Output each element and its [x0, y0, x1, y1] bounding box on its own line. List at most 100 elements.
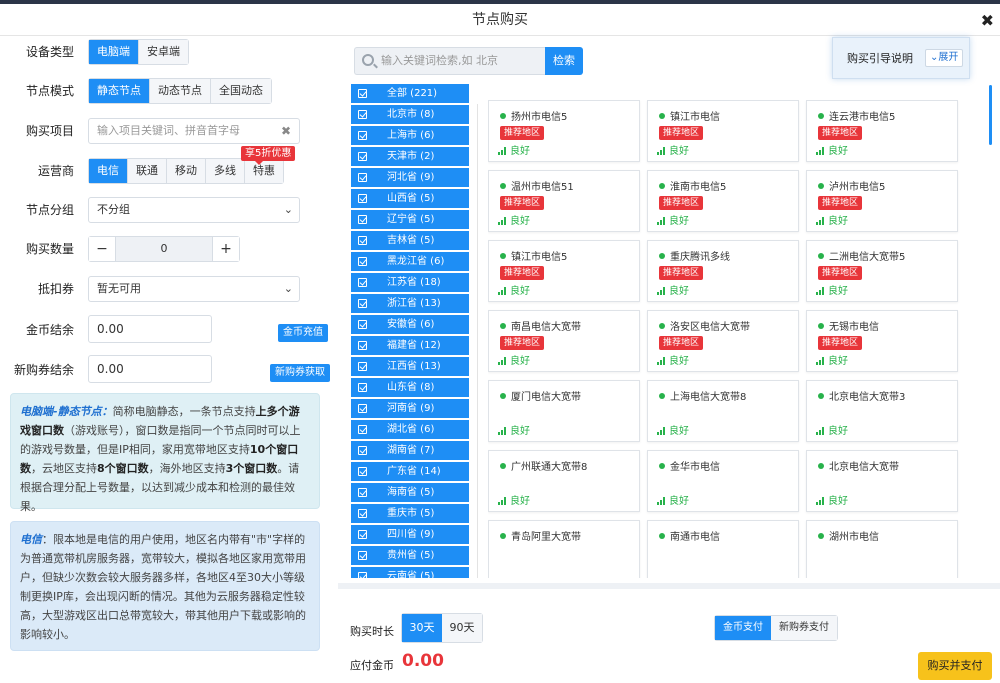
duration-option-90[interactable]: 90天	[442, 614, 482, 642]
node-card[interactable]: 重庆腾讯多线 推荐地区 良好	[647, 240, 799, 302]
mode-option-national[interactable]: 全国动态	[211, 79, 271, 103]
checkbox-icon[interactable]	[358, 173, 367, 182]
province-item[interactable]: 广东省 (14)	[351, 462, 469, 481]
minus-button[interactable]: −	[89, 237, 115, 261]
node-card[interactable]: 二洲电信大宽带5 推荐地区 良好	[806, 240, 958, 302]
checkbox-icon[interactable]	[358, 509, 367, 518]
node-card[interactable]: 连云港市电信5 推荐地区 良好	[806, 100, 958, 162]
node-card[interactable]: 洛安区电信大宽带 推荐地区 良好	[647, 310, 799, 372]
province-item[interactable]: 湖南省 (7)	[351, 441, 469, 460]
province-item[interactable]: 海南省 (5)	[351, 483, 469, 502]
node-card[interactable]: 扬州市电信5 推荐地区 良好	[488, 100, 640, 162]
node-card[interactable]: 镇江市电信5 推荐地区 良好	[488, 240, 640, 302]
node-card[interactable]: 湖州市电信	[806, 520, 958, 578]
province-item[interactable]: 湖北省 (6)	[351, 420, 469, 439]
province-item[interactable]: 江苏省 (18)	[351, 273, 469, 292]
checkbox-icon[interactable]	[358, 152, 367, 161]
province-item[interactable]: 山西省 (5)	[351, 189, 469, 208]
carrier-option-mobile[interactable]: 移动	[167, 159, 206, 183]
province-item[interactable]: 上海市 (6)	[351, 126, 469, 145]
device-option-pc[interactable]: 电脑端	[89, 40, 139, 64]
checkbox-icon[interactable]	[358, 425, 367, 434]
node-card[interactable]: 温州市电信51 推荐地区 良好	[488, 170, 640, 232]
duration-option-30[interactable]: 30天	[402, 614, 442, 642]
mode-option-dynamic[interactable]: 动态节点	[150, 79, 211, 103]
grid-scrollbar[interactable]	[989, 85, 992, 145]
province-item[interactable]: 天津市 (2)	[351, 147, 469, 166]
province-item[interactable]: 福建省 (12)	[351, 336, 469, 355]
node-card[interactable]: 上海电信大宽带8 良好	[647, 380, 799, 442]
carrier-option-telecom[interactable]: 电信	[89, 159, 128, 183]
checkbox-icon[interactable]	[358, 404, 367, 413]
carrier-option-special[interactable]: 特惠	[245, 159, 283, 183]
pay-option-coin[interactable]: 金币支付	[715, 616, 771, 640]
checkbox-icon[interactable]	[358, 89, 367, 98]
node-card[interactable]: 金华市电信 良好	[647, 450, 799, 512]
province-item[interactable]: 四川省 (9)	[351, 525, 469, 544]
node-card[interactable]: 南昌电信大宽带 推荐地区 良好	[488, 310, 640, 372]
province-item[interactable]: 吉林省 (5)	[351, 231, 469, 250]
newvoucher-get-button[interactable]: 新购券获取	[270, 364, 330, 382]
checkbox-icon[interactable]	[358, 131, 367, 140]
node-search-button[interactable]: 检索	[545, 47, 583, 75]
coin-balance-field[interactable]: 0.00	[88, 315, 212, 343]
province-item[interactable]: 浙江省 (13)	[351, 294, 469, 313]
newvoucher-balance-field[interactable]: 0.00	[88, 355, 212, 383]
node-card[interactable]: 青岛阿里大宽带	[488, 520, 640, 578]
province-item[interactable]: 重庆市 (5)	[351, 504, 469, 523]
buy-and-pay-button[interactable]: 购买并支付	[918, 652, 992, 680]
quantity-value[interactable]: 0	[115, 237, 213, 261]
province-item-all[interactable]: 全部 (221)	[351, 84, 469, 103]
province-item[interactable]: 安徽省 (6)	[351, 315, 469, 334]
province-item[interactable]: 黑龙江省 (6)	[351, 252, 469, 271]
node-card[interactable]: 北京电信大宽带 良好	[806, 450, 958, 512]
node-card[interactable]: 北京电信大宽带3 良好	[806, 380, 958, 442]
province-item[interactable]: 江西省 (13)	[351, 357, 469, 376]
checkbox-icon[interactable]	[358, 278, 367, 287]
checkbox-icon[interactable]	[358, 236, 367, 245]
device-option-android[interactable]: 安卓端	[139, 40, 188, 64]
province-item[interactable]: 贵州省 (5)	[351, 546, 469, 565]
checkbox-icon[interactable]	[358, 467, 367, 476]
carrier-option-multiline[interactable]: 多线	[206, 159, 245, 183]
checkbox-icon[interactable]	[358, 383, 367, 392]
province-item[interactable]: 河北省 (9)	[351, 168, 469, 187]
node-card[interactable]: 厦门电信大宽带 良好	[488, 380, 640, 442]
province-item[interactable]: 云南省 (5)	[351, 567, 469, 578]
voucher-select[interactable]: 暂无可用 ⌄	[88, 276, 300, 302]
province-item[interactable]: 北京市 (8)	[351, 105, 469, 124]
plus-button[interactable]: +	[213, 237, 239, 261]
checkbox-icon[interactable]	[358, 320, 367, 329]
checkbox-icon[interactable]	[358, 488, 367, 497]
checkbox-icon[interactable]	[358, 299, 367, 308]
guide-expand-button[interactable]: ⌄展开	[925, 49, 964, 67]
checkbox-icon[interactable]	[358, 215, 367, 224]
mode-option-static[interactable]: 静态节点	[89, 79, 150, 103]
group-select[interactable]: 不分组 ⌄	[88, 197, 300, 223]
checkbox-icon[interactable]	[358, 110, 367, 119]
checkbox-icon[interactable]	[358, 530, 367, 539]
province-item[interactable]: 山东省 (8)	[351, 378, 469, 397]
clear-icon[interactable]: ✖	[281, 119, 291, 143]
carrier-option-unicom[interactable]: 联通	[128, 159, 167, 183]
checkbox-icon[interactable]	[358, 572, 367, 578]
checkbox-icon[interactable]	[358, 341, 367, 350]
node-card[interactable]: 广州联通大宽带8 良好	[488, 450, 640, 512]
project-search-input[interactable]: 输入项目关键词、拼音首字母 ✖	[88, 118, 300, 144]
province-item[interactable]: 河南省 (9)	[351, 399, 469, 418]
node-card[interactable]: 南通市电信	[647, 520, 799, 578]
checkbox-icon[interactable]	[358, 362, 367, 371]
node-card[interactable]: 淮南市电信5 推荐地区 良好	[647, 170, 799, 232]
node-card[interactable]: 镇江市电信 推荐地区 良好	[647, 100, 799, 162]
node-card[interactable]: 无锡市电信 推荐地区 良好	[806, 310, 958, 372]
node-card[interactable]: 泸州市电信5 推荐地区 良好	[806, 170, 958, 232]
checkbox-icon[interactable]	[358, 257, 367, 266]
checkbox-icon[interactable]	[358, 446, 367, 455]
coin-recharge-button[interactable]: 金币充值	[278, 324, 328, 342]
checkbox-icon[interactable]	[358, 551, 367, 560]
close-icon[interactable]: ✖	[981, 13, 994, 29]
pay-option-voucher[interactable]: 新购券支付	[771, 616, 837, 640]
node-search-input[interactable]: 输入关键词检索,如 北京	[354, 47, 546, 75]
province-item[interactable]: 辽宁省 (5)	[351, 210, 469, 229]
checkbox-icon[interactable]	[358, 194, 367, 203]
